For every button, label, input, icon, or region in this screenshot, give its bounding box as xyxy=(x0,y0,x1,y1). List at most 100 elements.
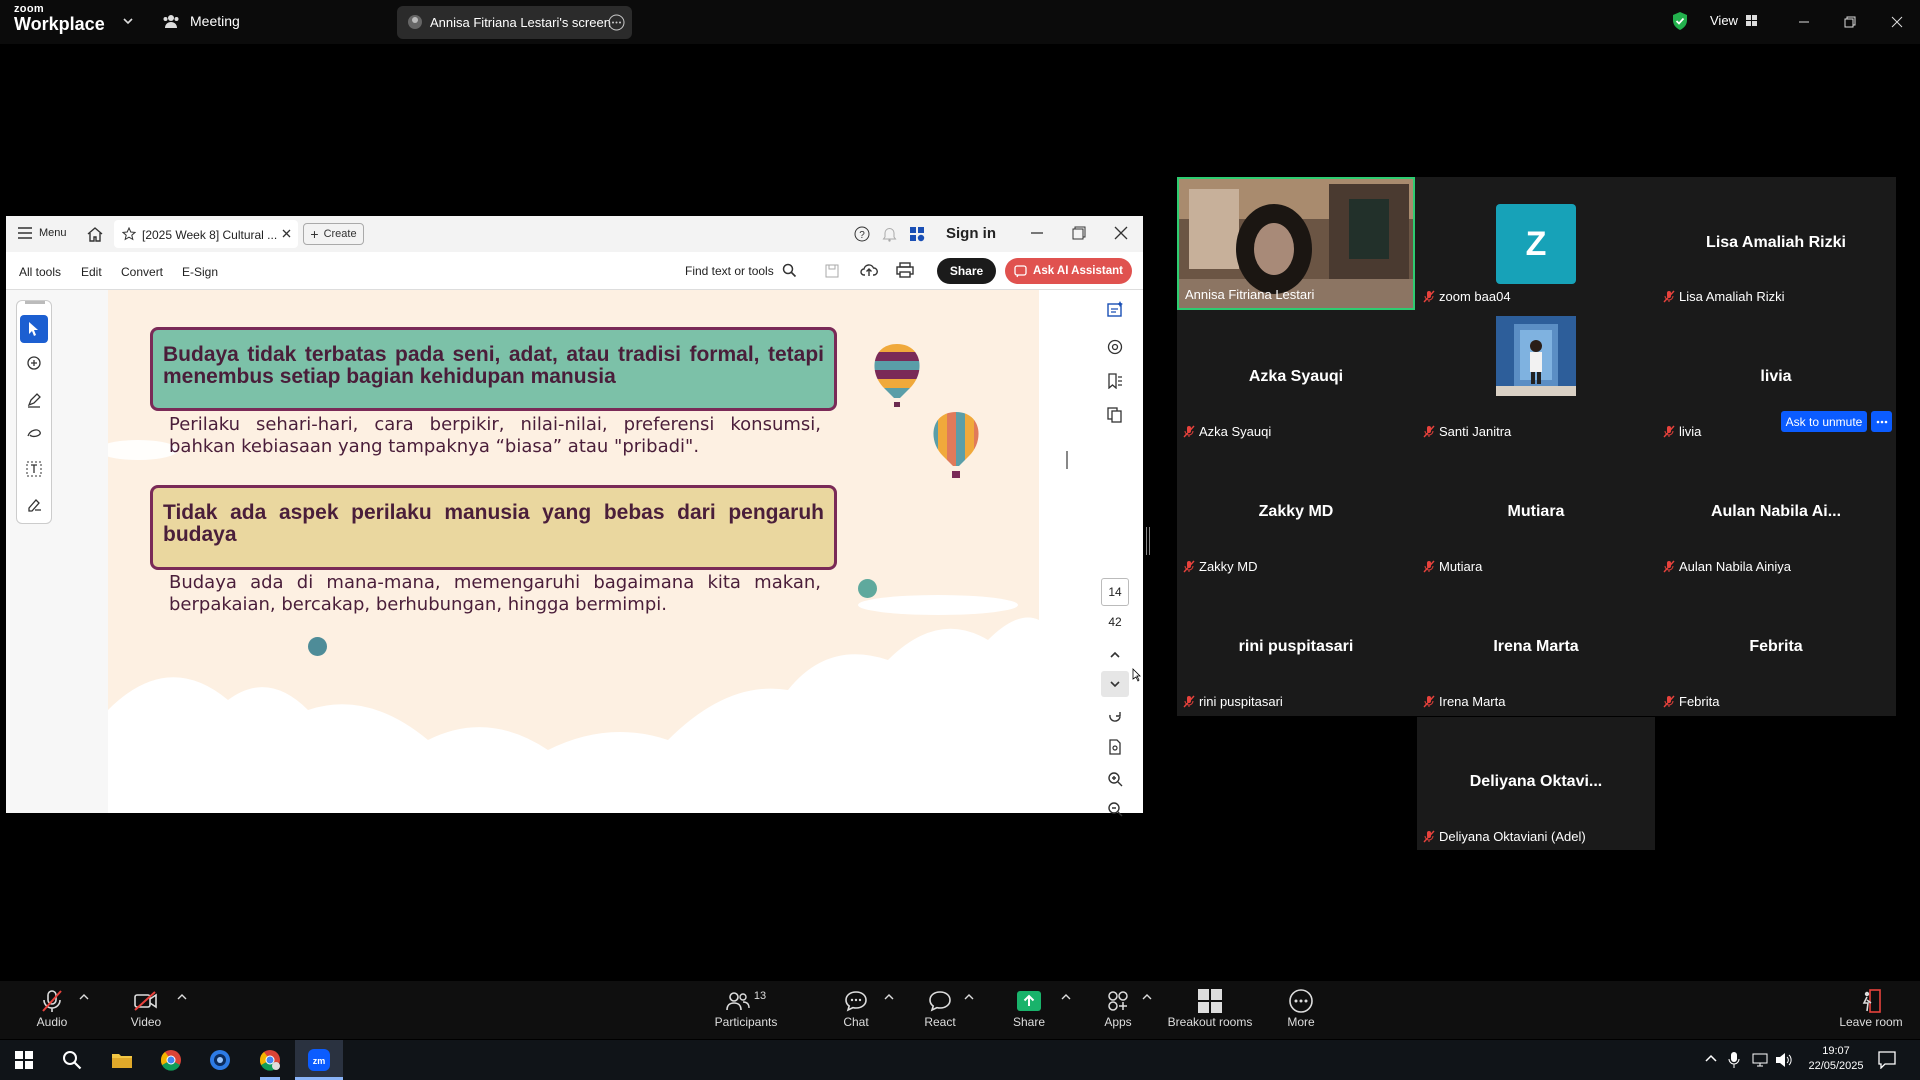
participant-tile[interactable]: Febrita Febrita xyxy=(1657,582,1895,715)
share-options-caret-icon[interactable] xyxy=(1061,993,1071,1001)
volume-icon[interactable] xyxy=(1775,1052,1793,1068)
star-icon[interactable] xyxy=(122,227,136,241)
menu-button[interactable]: Menu xyxy=(18,227,67,239)
security-shield-icon[interactable] xyxy=(1671,11,1689,31)
fill-sign-icon[interactable] xyxy=(20,491,48,517)
restore-button[interactable] xyxy=(1837,10,1863,34)
sign-in-button[interactable]: Sign in xyxy=(946,225,996,242)
chevron-down-icon[interactable] xyxy=(122,15,134,27)
more-options-icon[interactable] xyxy=(608,14,625,31)
scroll-thumb[interactable] xyxy=(1066,451,1068,469)
participant-tile[interactable]: Irena Marta Irena Marta xyxy=(1417,582,1655,715)
bookmarks-icon[interactable] xyxy=(1101,368,1129,394)
create-button[interactable]: + Create xyxy=(303,223,364,245)
chrome-profile-icon[interactable] xyxy=(246,1040,294,1080)
highlight-pen-icon[interactable] xyxy=(20,387,48,413)
zoom-out-icon[interactable] xyxy=(1101,796,1129,822)
participant-tile[interactable]: Aulan Nabila Ai... Aulan Nabila Ainiya xyxy=(1657,447,1895,580)
draw-freehand-icon[interactable] xyxy=(20,421,48,447)
next-page-chevron-down-icon[interactable] xyxy=(1101,671,1129,697)
ask-ai-assistant-button[interactable]: Ask AI Assistant xyxy=(1005,258,1132,284)
close-button[interactable] xyxy=(1884,10,1910,34)
more-button[interactable]: More xyxy=(1282,987,1320,1029)
current-page-field[interactable]: 14 xyxy=(1101,578,1129,606)
react-options-caret-icon[interactable] xyxy=(964,993,974,1001)
meeting-info-button[interactable]: Meeting xyxy=(162,12,240,30)
document-tab[interactable]: [2025 Week 8] Cultural ... xyxy=(114,220,298,248)
participant-tile[interactable]: Santi Janitra xyxy=(1417,312,1655,445)
participant-tile[interactable]: Azka Syauqi Azka Syauqi xyxy=(1177,312,1415,445)
page-settings-icon[interactable] xyxy=(1101,734,1129,760)
all-tools-menu[interactable]: All tools xyxy=(19,265,61,279)
app-icon[interactable] xyxy=(196,1040,244,1080)
video-options-caret-icon[interactable] xyxy=(177,993,187,1001)
select-tool-cursor-icon[interactable] xyxy=(20,315,48,343)
view-button[interactable]: View xyxy=(1710,13,1757,28)
participant-tile[interactable]: Lisa Amaliah Rizki Lisa Amaliah Rizki xyxy=(1657,177,1895,310)
text-box-icon[interactable] xyxy=(20,456,48,482)
participant-tile[interactable]: Z zoom baa04 xyxy=(1417,177,1655,310)
restore-button[interactable] xyxy=(1072,226,1086,240)
participant-tile[interactable]: Zakky MD Zakky MD xyxy=(1177,447,1415,580)
show-hidden-icons-chevron-icon[interactable] xyxy=(1705,1053,1717,1063)
convert-menu[interactable]: Convert xyxy=(121,265,163,279)
drag-handle[interactable] xyxy=(25,301,45,304)
rotate-refresh-icon[interactable] xyxy=(1101,704,1129,730)
apps-options-caret-icon[interactable] xyxy=(1142,993,1152,1001)
network-icon[interactable] xyxy=(1751,1052,1769,1068)
participant-tile[interactable]: Deliyana Oktavi... Deliyana Oktaviani (A… xyxy=(1417,717,1655,850)
minimize-button[interactable] xyxy=(1791,10,1817,34)
share-button[interactable]: Share xyxy=(937,258,996,284)
print-icon[interactable] xyxy=(896,262,914,278)
close-tab-icon[interactable] xyxy=(282,229,291,238)
participant-tile[interactable]: Mutiara Mutiara xyxy=(1417,447,1655,580)
close-button[interactable] xyxy=(1114,226,1128,240)
muted-mic-icon xyxy=(1183,425,1195,438)
participants-button[interactable]: 13 Participants xyxy=(712,987,780,1029)
find-text-search[interactable]: Find text or tools xyxy=(685,263,797,278)
screen-share-indicator[interactable]: Annisa Fitriana Lestari's screen xyxy=(397,6,632,39)
previous-page-chevron-up-icon[interactable] xyxy=(1101,642,1129,668)
panel-resize-handle[interactable] xyxy=(1146,527,1150,555)
chrome-icon[interactable] xyxy=(147,1040,195,1080)
file-explorer-icon[interactable] xyxy=(98,1040,146,1080)
edit-menu[interactable]: Edit xyxy=(81,265,102,279)
save-icon[interactable] xyxy=(824,263,840,279)
home-icon[interactable] xyxy=(86,225,104,243)
ask-to-unmute-button[interactable]: Ask to unmute xyxy=(1781,411,1867,432)
react-button[interactable]: React xyxy=(920,987,960,1029)
zoom-app-icon[interactable]: zm xyxy=(295,1040,343,1080)
minimize-button[interactable] xyxy=(1030,226,1044,240)
audio-button[interactable]: Audio xyxy=(30,987,74,1029)
zoom-workplace-logo[interactable]: zoom Workplace xyxy=(14,4,105,34)
participant-avatar-icon xyxy=(407,14,423,30)
participant-tile[interactable]: rini puspitasari rini puspitasari xyxy=(1177,582,1415,715)
zoom-in-icon[interactable] xyxy=(1101,766,1129,792)
notifications-icon[interactable] xyxy=(1878,1051,1896,1069)
vertical-scrollbar[interactable] xyxy=(1039,290,1079,813)
breakout-rooms-button[interactable]: Breakout rooms xyxy=(1165,987,1255,1029)
chat-options-caret-icon[interactable] xyxy=(884,993,894,1001)
apps-button[interactable]: Apps xyxy=(1100,987,1136,1029)
notification-bell-icon[interactable] xyxy=(882,226,897,242)
leave-room-button[interactable]: Leave room xyxy=(1836,987,1906,1029)
share-screen-button[interactable]: Share xyxy=(1009,987,1049,1029)
microphone-tray-icon[interactable] xyxy=(1728,1051,1740,1069)
apps-grid-icon[interactable] xyxy=(909,226,925,242)
esign-menu[interactable]: E-Sign xyxy=(182,265,218,279)
more-options-icon[interactable] xyxy=(1871,411,1892,432)
video-button[interactable]: Video xyxy=(124,987,168,1029)
system-clock[interactable]: 19:07 22/05/2025 xyxy=(1806,1044,1866,1074)
help-icon[interactable]: ? xyxy=(854,226,870,242)
chat-button[interactable]: Chat xyxy=(836,987,876,1029)
participant-tile-active-speaker[interactable]: Annisa Fitriana Lestari xyxy=(1177,177,1415,310)
comments-icon[interactable] xyxy=(1101,334,1129,360)
search-icon[interactable] xyxy=(48,1040,96,1080)
generative-summary-icon[interactable] xyxy=(1101,296,1129,322)
participant-tile[interactable]: livia livia Ask to unmute xyxy=(1657,312,1895,445)
audio-options-caret-icon[interactable] xyxy=(79,993,89,1001)
add-comment-icon[interactable] xyxy=(20,351,48,377)
upload-cloud-icon[interactable] xyxy=(860,262,878,278)
pages-thumbnails-icon[interactable] xyxy=(1101,402,1129,428)
windows-start-icon[interactable] xyxy=(0,1040,48,1080)
